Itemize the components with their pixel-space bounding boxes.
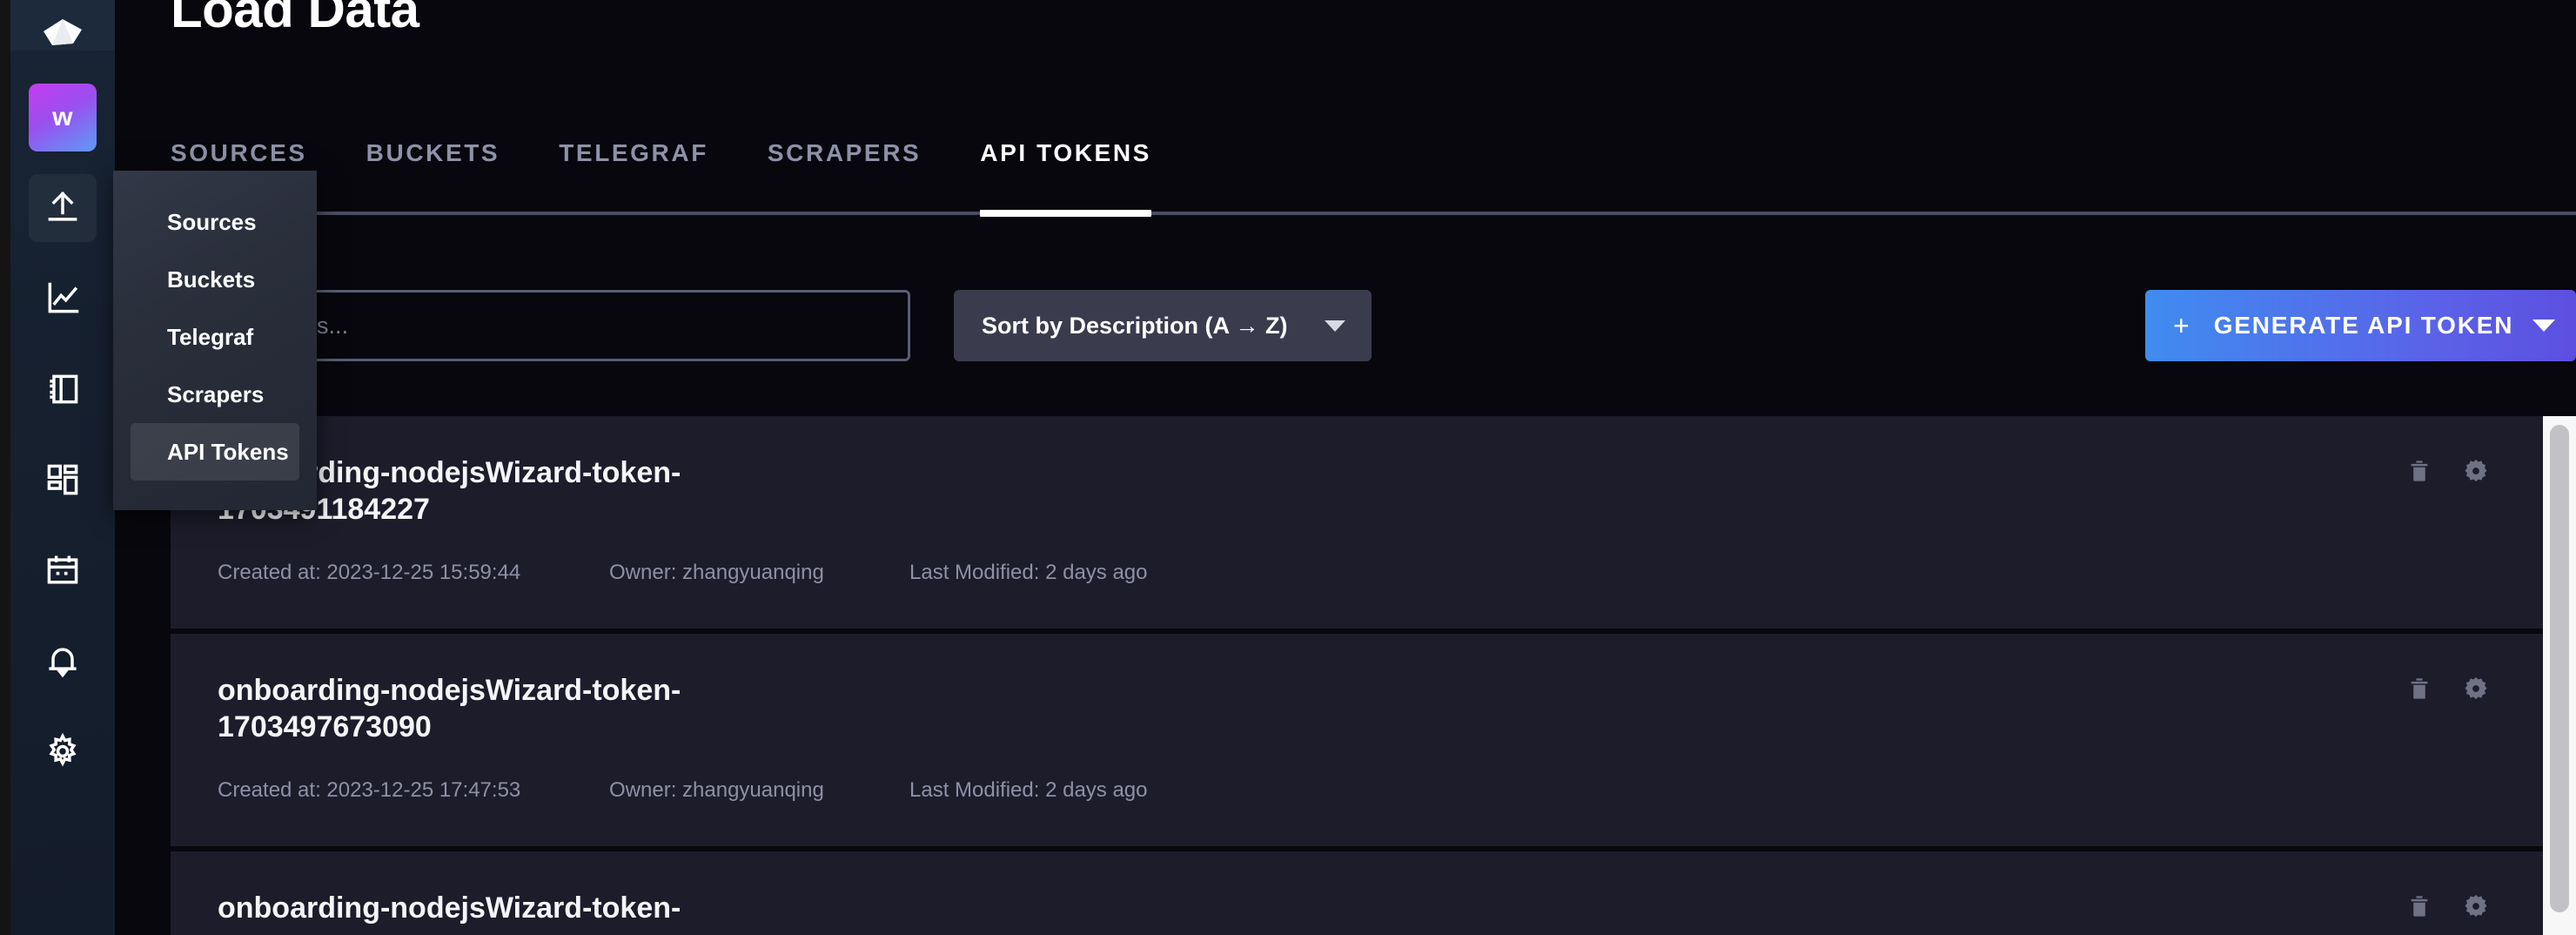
table-row[interactable]: onboarding-nodejsWizard-token- [171,851,2543,935]
trash-icon[interactable] [2407,893,2432,919]
bell-icon [44,642,82,680]
api-token-list: onboarding-nodejsWizard-token-1703491184… [171,416,2543,935]
menu-item-scrapers[interactable]: Scrapers [131,366,299,423]
gear-icon[interactable] [2463,458,2489,484]
sidebar-item-load-data[interactable] [29,174,97,242]
tab-bar-rule [171,212,2576,215]
tab-telegraf[interactable]: TELEGRAF [529,139,738,193]
app-root: w Load Data SOURCES BUCKETS TELEGRAF SCR… [0,0,2576,935]
row-actions [2407,893,2489,919]
token-created-at: Created at: 2023-12-25 15:59:44 [218,561,521,585]
tab-bar: SOURCES BUCKETS TELEGRAF SCRAPERS API TO… [171,139,1181,193]
chevron-down-icon [1325,320,1345,332]
menu-item-buckets[interactable]: Buckets [131,251,299,308]
line-graph-icon [44,279,82,318]
page-title: Load Data [171,0,419,38]
gear-icon [44,732,82,770]
calendar-icon [44,551,82,589]
plus-icon: + [2173,309,2190,341]
token-meta: Created at: 2023-12-25 17:47:53 Owner: z… [218,778,2496,803]
row-actions [2407,458,2489,484]
table-row[interactable]: onboarding-nodejsWizard-token-1703497673… [171,634,2543,846]
org-avatar[interactable]: w [29,84,97,151]
token-name[interactable]: onboarding-nodejsWizard-token-1703497673… [218,672,757,745]
table-row[interactable]: onboarding-nodejsWizard-token-1703491184… [171,416,2543,629]
active-tab-underline [980,210,1151,217]
token-created-at: Created at: 2023-12-25 17:47:53 [218,778,521,803]
menu-item-telegraf[interactable]: Telegraf [131,308,299,366]
menu-item-sources[interactable]: Sources [131,193,299,251]
token-name[interactable]: onboarding-nodejsWizard-token- [218,890,757,926]
sidebar-item-dashboards[interactable] [29,446,97,514]
sort-dropdown[interactable]: Sort by Description (A → Z) [954,290,1372,361]
nav-rail: w [10,0,115,935]
vertical-scrollbar-thumb[interactable] [2550,425,2569,912]
toolbar: Filter Tokens... Sort by Description (A … [171,290,2576,361]
load-data-nav-menu: Sources Buckets Telegraf Scrapers API To… [113,171,317,510]
menu-item-api-tokens[interactable]: API Tokens [131,423,299,481]
tab-scrapers[interactable]: SCRAPERS [738,139,950,193]
sidebar-item-settings[interactable] [29,717,97,785]
token-owner: Owner: zhangyuanqing [609,561,824,585]
upload-data-icon [44,189,82,227]
tab-api-tokens[interactable]: API TOKENS [950,139,1181,193]
row-actions [2407,676,2489,702]
window-left-edge [0,0,10,935]
chevron-down-icon[interactable] [2532,320,2556,332]
influxdata-logo-icon[interactable] [10,0,115,50]
sidebar-item-data-explorer[interactable] [29,265,97,333]
sidebar-item-alerts[interactable] [29,627,97,695]
generate-api-token-label: GENERATE API TOKEN [2213,312,2514,339]
token-owner: Owner: zhangyuanqing [609,778,824,803]
generate-api-token-button[interactable]: + GENERATE API TOKEN [2145,290,2576,361]
trash-icon[interactable] [2407,458,2432,484]
vertical-scrollbar[interactable] [2543,416,2576,935]
sort-dropdown-label: Sort by Description (A → Z) [982,312,1288,339]
dashboards-grid-icon [44,461,82,499]
token-last-modified: Last Modified: 2 days ago [909,778,1148,803]
org-avatar-initial: w [52,103,73,131]
sidebar-item-tasks[interactable] [29,536,97,604]
token-meta: Created at: 2023-12-25 15:59:44 Owner: z… [218,561,2496,585]
sidebar-item-notebooks[interactable] [29,355,97,423]
trash-icon[interactable] [2407,676,2432,702]
gear-icon[interactable] [2463,893,2489,919]
notebook-icon [44,370,82,408]
token-last-modified: Last Modified: 2 days ago [909,561,1148,585]
gear-icon[interactable] [2463,676,2489,702]
tab-buckets[interactable]: BUCKETS [337,139,530,193]
main-content: Load Data SOURCES BUCKETS TELEGRAF SCRAP… [115,0,2576,935]
